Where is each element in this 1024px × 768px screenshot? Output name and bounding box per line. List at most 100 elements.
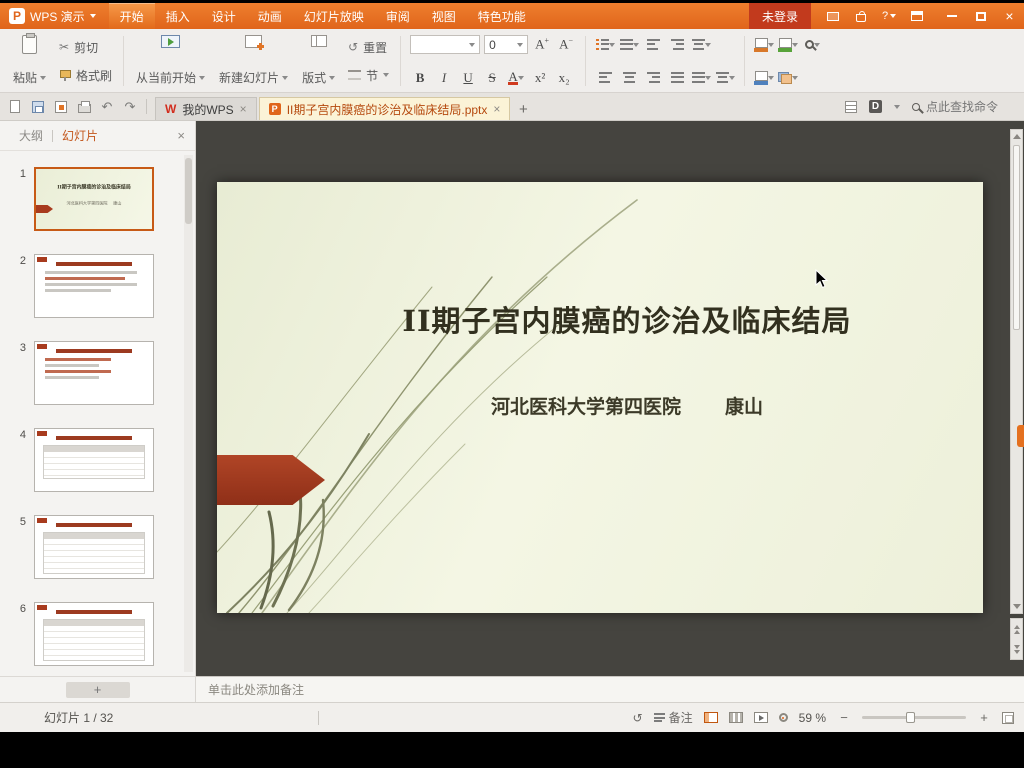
underline-button[interactable]: U	[458, 68, 478, 87]
reset-button[interactable]: ↺重置	[342, 38, 395, 57]
paste-button[interactable]: 粘贴	[6, 32, 53, 90]
previous-slide-button[interactable]	[1014, 625, 1020, 634]
command-search[interactable]	[912, 100, 1014, 114]
tab-document[interactable]: P II期子宫内膜癌的诊治及临床结局.pptx ×	[259, 97, 511, 120]
align-left-button[interactable]	[595, 68, 615, 87]
decrease-indent-button[interactable]	[643, 35, 663, 54]
superscript-button[interactable]: x²	[530, 68, 550, 87]
panel-scrollbar[interactable]	[184, 155, 193, 672]
close-tab-icon[interactable]: ×	[493, 103, 500, 115]
find-button[interactable]	[802, 35, 822, 54]
close-tab-icon[interactable]: ×	[240, 103, 247, 115]
normal-view-button[interactable]	[704, 712, 718, 723]
search-input[interactable]	[926, 100, 1014, 114]
cut-button[interactable]: ✂剪切	[53, 38, 118, 57]
menu-tab-insert[interactable]: 插入	[155, 3, 201, 29]
slide-thumbnail-6[interactable]	[34, 602, 154, 666]
close-panel-button[interactable]: ×	[177, 128, 185, 143]
italic-button[interactable]: I	[434, 68, 454, 87]
notes-toggle[interactable]: 备注	[654, 709, 693, 726]
fit-slide-button[interactable]	[1002, 712, 1014, 724]
vertical-scrollbar[interactable]	[1010, 129, 1023, 614]
grow-font-button[interactable]: A+	[532, 35, 552, 54]
shape-outline-button[interactable]	[754, 68, 774, 87]
justify-button[interactable]	[667, 68, 687, 87]
maximize-button[interactable]	[966, 3, 995, 29]
play-from-current-button[interactable]: 从当前开始	[129, 32, 212, 90]
scroll-down-button[interactable]	[1011, 600, 1022, 613]
bullets-button[interactable]	[595, 35, 615, 54]
new-file-button[interactable]	[8, 100, 22, 114]
numbering-button[interactable]	[619, 35, 639, 54]
arrange-button[interactable]	[778, 68, 798, 87]
zoom-out-button[interactable]: −	[837, 710, 851, 725]
zoom-slider[interactable]	[862, 716, 966, 719]
new-slide-button[interactable]: 新建幻灯片	[212, 32, 295, 90]
more-tools-button[interactable]	[894, 105, 900, 109]
next-slide-button[interactable]	[1014, 645, 1020, 654]
strikethrough-button[interactable]: S	[482, 68, 502, 87]
font-family-combo[interactable]	[410, 35, 480, 54]
app-logo[interactable]: P WPS 演示	[0, 3, 105, 29]
slide-sorter-button[interactable]	[729, 712, 743, 723]
scrollbar-thumb[interactable]	[1013, 145, 1020, 330]
slide-thumbnail-3[interactable]	[34, 341, 154, 405]
slide-thumbnail-2[interactable]	[34, 254, 154, 318]
notes-placeholder[interactable]: 单击此处添加备注	[196, 676, 1024, 702]
font-color-button[interactable]: A	[506, 68, 526, 87]
section-button[interactable]: 节	[342, 66, 395, 85]
output-button[interactable]	[54, 100, 68, 114]
help-button[interactable]: ?	[877, 6, 901, 26]
login-button[interactable]: 未登录	[749, 3, 811, 29]
close-button[interactable]: ×	[995, 3, 1024, 29]
text-direction-button[interactable]	[691, 35, 711, 54]
layout-button[interactable]: 版式	[295, 32, 342, 90]
print-button[interactable]	[77, 100, 91, 114]
menu-tab-features[interactable]: 特色功能	[467, 3, 537, 29]
tab-list-button[interactable]	[845, 101, 857, 113]
ui-switch-button[interactable]	[905, 6, 929, 26]
menu-tab-animation[interactable]: 动画	[247, 3, 293, 29]
minimize-button[interactable]	[937, 3, 966, 29]
message-icon[interactable]	[821, 6, 845, 26]
laser-pointer-button[interactable]	[779, 713, 788, 722]
shape-fill-button[interactable]	[778, 35, 798, 54]
slide-thumbnail-1[interactable]: II期子宫内膜癌的诊治及临床结局 河北医科大学第四医院康山	[34, 167, 154, 231]
new-tab-button[interactable]: +	[512, 98, 534, 120]
increase-indent-button[interactable]	[667, 35, 687, 54]
scroll-up-button[interactable]	[1011, 130, 1022, 143]
bold-button[interactable]: B	[410, 68, 430, 87]
shrink-font-button[interactable]: A−	[556, 35, 576, 54]
play-slideshow-button[interactable]	[754, 712, 768, 723]
save-button[interactable]	[31, 100, 45, 114]
menu-tab-slideshow[interactable]: 幻灯片放映	[293, 3, 375, 29]
format-painter-button[interactable]: 格式刷	[53, 66, 118, 85]
add-slide-button[interactable]: +	[66, 682, 130, 698]
align-right-button[interactable]	[643, 68, 663, 87]
undo-button[interactable]: ↶	[100, 100, 114, 114]
zoom-in-button[interactable]: +	[977, 710, 991, 725]
slide-canvas-area[interactable]: II期子宫内膜癌的诊治及临床结局 河北医科大学第四医院康山	[196, 121, 1024, 676]
line-spacing-button[interactable]	[691, 68, 711, 87]
slide-subtitle[interactable]: 河北医科大学第四医院康山	[287, 392, 967, 419]
task-pane-handle[interactable]	[1017, 425, 1024, 447]
shop-icon[interactable]	[849, 6, 873, 26]
font-size-combo[interactable]: 0	[484, 35, 528, 54]
tab-my-wps[interactable]: W 我的WPS ×	[155, 97, 257, 120]
slide-title[interactable]: II期子宫内膜癌的诊治及临床结局	[287, 298, 967, 340]
slide-thumbnail-5[interactable]	[34, 515, 154, 579]
redo-button[interactable]: ↷	[123, 100, 137, 114]
zoom-slider-handle[interactable]	[906, 712, 915, 723]
columns-button[interactable]	[715, 68, 735, 87]
sync-button[interactable]: ↺	[633, 711, 643, 725]
align-center-button[interactable]	[619, 68, 639, 87]
panel-scrollbar-thumb[interactable]	[185, 158, 192, 224]
menu-tab-review[interactable]: 审阅	[375, 3, 421, 29]
subscript-button[interactable]: x₂	[554, 68, 574, 87]
slide-thumbnail-4[interactable]	[34, 428, 154, 492]
shapes-button[interactable]	[754, 35, 774, 54]
tab-outline[interactable]: 大纲	[10, 127, 52, 144]
tab-slides[interactable]: 幻灯片	[53, 127, 107, 144]
menu-tab-home[interactable]: 开始	[109, 3, 155, 29]
docer-button[interactable]: D	[869, 100, 882, 113]
